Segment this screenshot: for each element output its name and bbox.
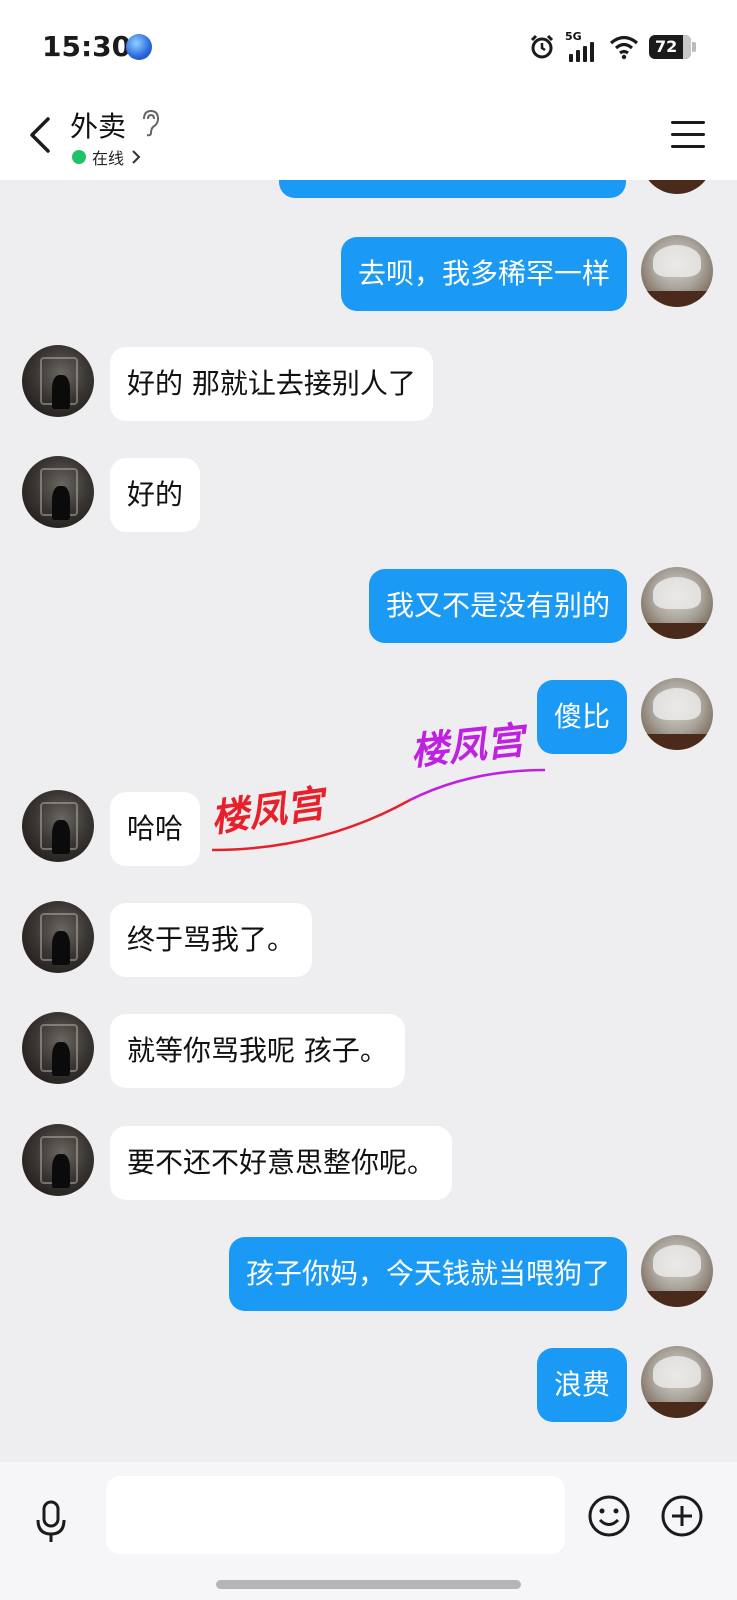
- message-bubble[interactable]: 哈哈: [110, 792, 201, 866]
- plus-icon[interactable]: [660, 1494, 704, 1538]
- my-avatar[interactable]: [641, 678, 713, 750]
- mic-icon[interactable]: [32, 1498, 70, 1546]
- online-label: 在线: [92, 149, 125, 168]
- my-avatar[interactable]: [641, 1346, 713, 1418]
- message-text: 我又不是没有别的: [385, 589, 610, 622]
- alarm-icon: [530, 34, 554, 59]
- message-bubble[interactable]: 好的: [110, 458, 201, 532]
- home-indicator[interactable]: [216, 1580, 521, 1589]
- my-avatar[interactable]: [641, 235, 713, 307]
- message-bubble[interactable]: 终于骂我了。: [110, 903, 313, 977]
- message-text: 就等你骂我呢 孩子。: [127, 1034, 388, 1067]
- wifi-icon: [609, 35, 639, 60]
- status-bar: 15:30 5G 72: [0, 0, 737, 95]
- chat-title[interactable]: 外卖: [70, 105, 126, 145]
- contact-avatar[interactable]: [22, 901, 94, 973]
- message-text: 好的 那就让去接别人了: [127, 367, 416, 400]
- message-text: 好的: [127, 478, 184, 511]
- contact-avatar[interactable]: [22, 1124, 94, 1196]
- battery-level: 72: [655, 37, 678, 56]
- message-text: 要不还不好意思整你呢。: [127, 1146, 436, 1179]
- online-status[interactable]: 在线: [72, 145, 142, 169]
- back-icon[interactable]: [26, 113, 56, 157]
- menu-icon[interactable]: [671, 121, 705, 151]
- message-text: 哈哈: [127, 812, 184, 845]
- message-input[interactable]: [106, 1476, 565, 1554]
- message-text: 傻比: [553, 700, 610, 733]
- message-list[interactable]: 去呗，我多稀罕一样 好的 那就让去接别人了 好的 我又不是没有别的 傻比 哈哈 …: [0, 180, 737, 1462]
- signal-icon: 5G: [565, 30, 599, 62]
- emoji-icon[interactable]: [587, 1494, 631, 1538]
- chevron-right-icon: [132, 150, 141, 164]
- message-bubble[interactable]: 我又不是没有别的: [368, 569, 627, 643]
- ear-icon[interactable]: [138, 109, 162, 137]
- contact-avatar[interactable]: [22, 456, 94, 528]
- status-icons: 5G 72: [529, 30, 696, 64]
- my-avatar[interactable]: [641, 567, 713, 639]
- status-time: 15:30: [42, 30, 132, 63]
- message-text: 浪费: [553, 1368, 610, 1401]
- battery-icon: 72: [649, 35, 696, 59]
- my-avatar[interactable]: [641, 180, 713, 194]
- message-bubble[interactable]: 好的 那就让去接别人了: [110, 347, 433, 421]
- message-bubble[interactable]: 要不还不好意思整你呢。: [110, 1126, 453, 1200]
- message-bubble[interactable]: 孩子你妈，今天钱就当喂狗了: [228, 1237, 627, 1311]
- message-text: 去呗，我多稀罕一样: [357, 257, 610, 290]
- message-bubble[interactable]: 就等你骂我呢 孩子。: [110, 1014, 405, 1088]
- input-bar: [0, 1462, 737, 1600]
- message-bubble[interactable]: [279, 180, 626, 198]
- online-dot: [72, 150, 86, 164]
- message-text: 终于骂我了。: [127, 923, 296, 956]
- my-avatar[interactable]: [641, 1235, 713, 1307]
- message-text: 孩子你妈，今天钱就当喂狗了: [245, 1257, 610, 1290]
- chat-header: 外卖 在线: [0, 95, 737, 180]
- globe-icon: [126, 34, 152, 60]
- contact-avatar[interactable]: [22, 790, 94, 862]
- message-bubble[interactable]: 浪费: [536, 1348, 627, 1422]
- message-bubble[interactable]: 去呗，我多稀罕一样: [340, 237, 627, 311]
- contact-avatar[interactable]: [22, 1012, 94, 1084]
- contact-avatar[interactable]: [22, 345, 94, 417]
